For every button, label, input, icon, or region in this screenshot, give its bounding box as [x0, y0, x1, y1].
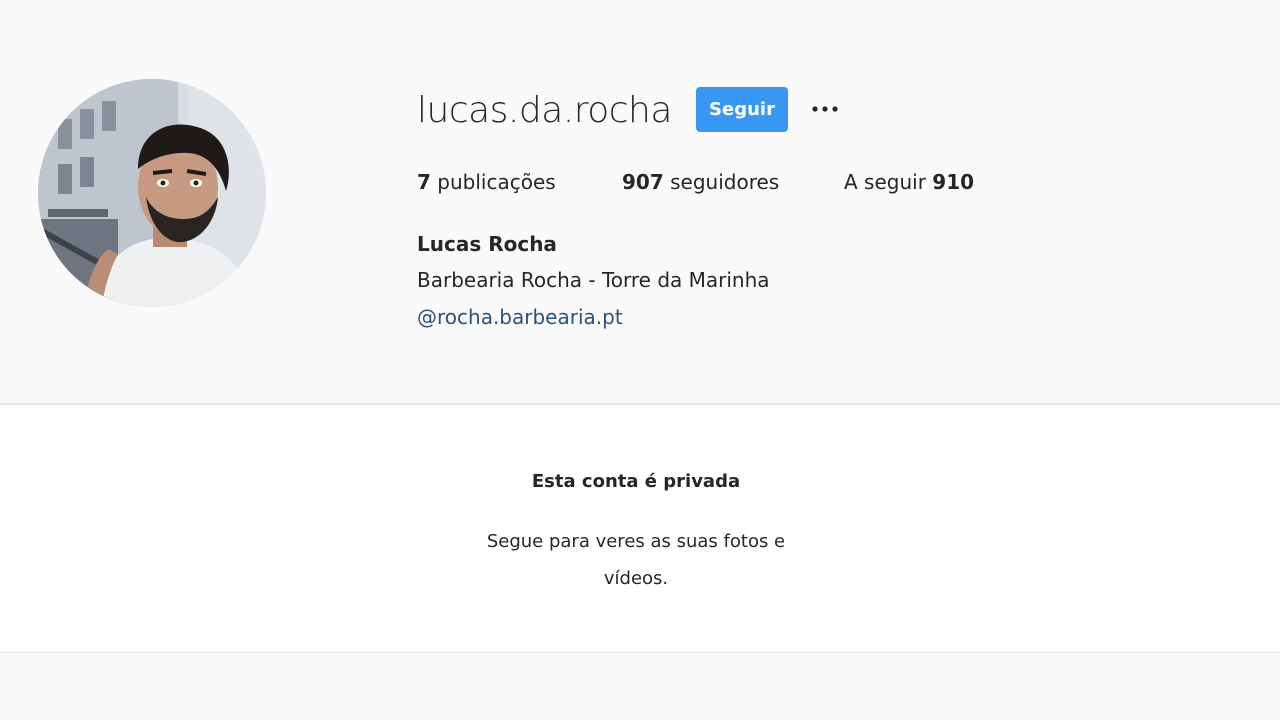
posts-stat: 7 publicações [417, 170, 556, 194]
footer-area [0, 653, 1280, 720]
more-horizontal-icon [812, 106, 838, 112]
profile-header: lucas.da.rocha Seguir 7 publicações 907 … [0, 0, 1280, 403]
full-name: Lucas Rocha [417, 232, 557, 256]
posts-count: 7 [417, 170, 431, 194]
avatar[interactable] [38, 79, 266, 307]
followers-label: seguidores [670, 170, 780, 194]
following-label: A seguir [844, 170, 926, 194]
profile-page: lucas.da.rocha Seguir 7 publicações 907 … [0, 0, 1280, 720]
profile-photo [38, 79, 266, 307]
follow-button[interactable]: Seguir [696, 87, 788, 132]
followers-count: 907 [622, 170, 664, 194]
more-options-button[interactable] [808, 94, 842, 124]
username: lucas.da.rocha [417, 89, 672, 131]
bio-text: Barbearia Rocha - Torre da Marinha [417, 268, 770, 292]
followers-stat[interactable]: 907 seguidores [622, 170, 779, 194]
private-account-title: Esta conta é privada [531, 471, 741, 492]
bio-mention-link[interactable]: @rocha.barbearia.pt [417, 305, 623, 329]
posts-label: publicações [437, 170, 556, 194]
private-account-panel: Esta conta é privada Segue para veres as… [0, 405, 1280, 652]
username-row: lucas.da.rocha [417, 84, 672, 136]
private-account-message: Segue para veres as suas fotos e vídeos. [486, 531, 786, 589]
following-stat[interactable]: A seguir 910 [844, 170, 974, 194]
following-count: 910 [932, 170, 975, 194]
